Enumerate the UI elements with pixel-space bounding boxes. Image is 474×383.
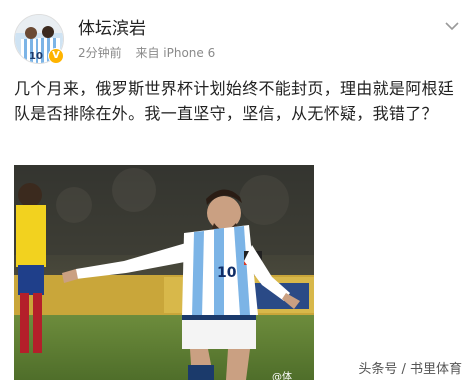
photo-watermark: @体 xyxy=(272,372,292,383)
svg-text:10: 10 xyxy=(29,51,43,62)
post-photo[interactable]: 10 xyxy=(14,165,314,380)
photo-graphic: 10 xyxy=(14,165,314,380)
user-name[interactable]: 体坛滨岩 xyxy=(78,14,146,39)
post-text: 几个月来，俄罗斯世界杯计划始终不能封页，理由就是阿根廷队是否排除在外。我一直坚守… xyxy=(14,79,455,123)
post-time: 2分钟前 xyxy=(78,46,122,60)
jersey-number: 10 xyxy=(217,265,237,281)
chevron-down-icon[interactable] xyxy=(444,18,460,32)
post-header: 10 V 体坛滨岩 2分钟前 来自 iPhone 6 xyxy=(0,0,474,66)
post-meta: 2分钟前 来自 iPhone 6 xyxy=(78,44,225,61)
source-label: 头条号 / 书里体育 xyxy=(358,362,462,377)
post-device: 来自 iPhone 6 xyxy=(135,46,216,60)
verified-badge-icon: V xyxy=(48,48,64,64)
